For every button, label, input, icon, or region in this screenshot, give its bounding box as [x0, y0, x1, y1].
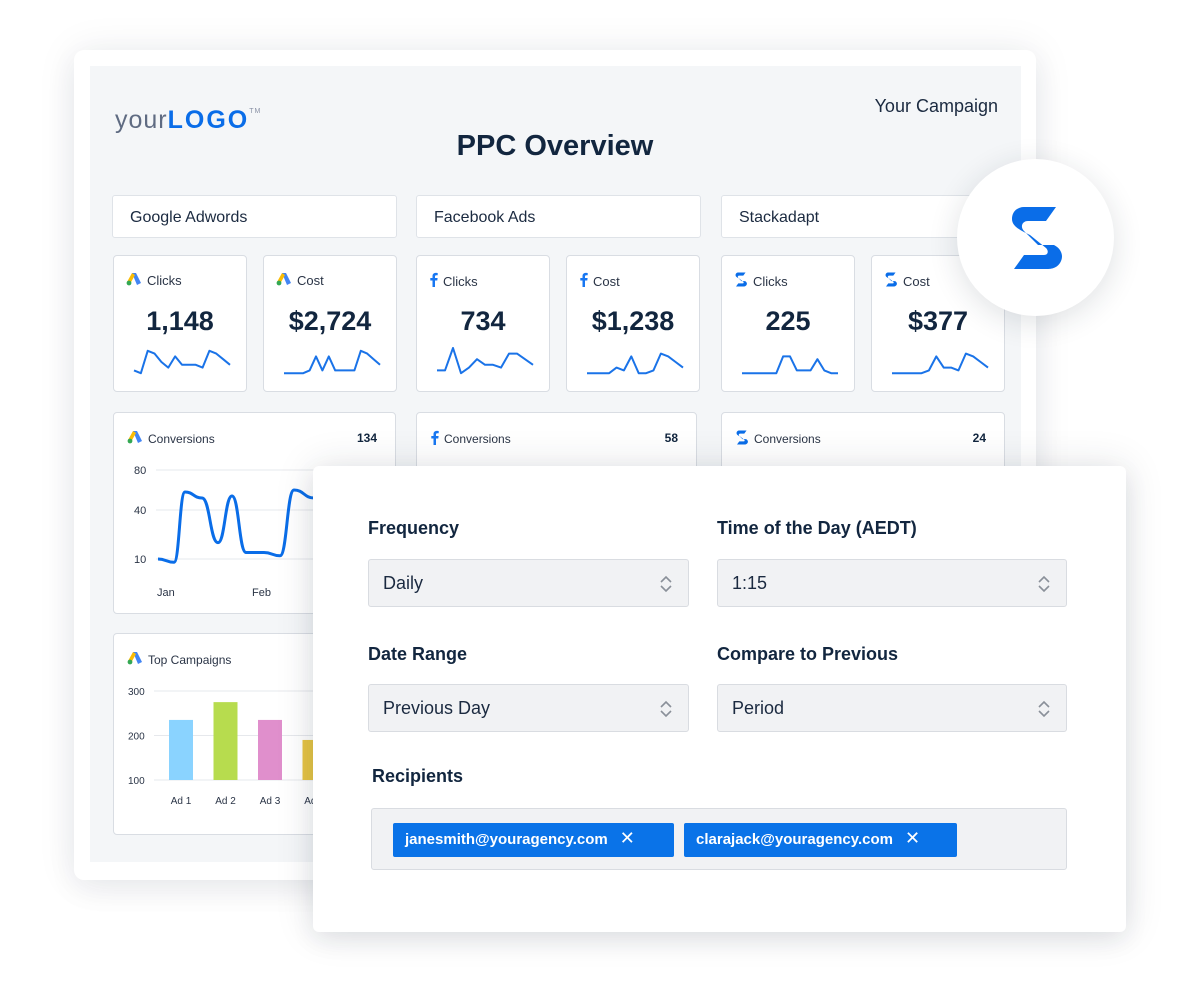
y-tick-label: 10	[134, 554, 146, 566]
metric-value: 1,148	[146, 306, 214, 336]
sparkline	[133, 349, 231, 375]
sparkline	[742, 355, 838, 375]
compare-select[interactable]: Period	[717, 684, 1067, 732]
metric-label: Cost	[593, 273, 620, 289]
metric-value: $1,238	[591, 306, 675, 336]
sparkline-path	[133, 349, 231, 375]
stackadapt-icon	[734, 272, 748, 290]
metric-label: Clicks	[753, 273, 788, 289]
sparkline-path	[892, 352, 989, 375]
stackadapt-logo-icon	[1011, 206, 1062, 269]
y-tick-label: 40	[134, 505, 146, 517]
date-range-label: Date Range	[368, 644, 468, 664]
updown-chevron-icon	[660, 700, 672, 718]
metric-card-stackadapt-clicks: Clicks 225	[721, 255, 855, 392]
y-tick-label: 300	[128, 687, 145, 698]
recipient-chip[interactable]: clarajack@youragency.com ✕	[684, 823, 957, 857]
platform-header-google: Google Adwords	[112, 195, 397, 238]
stackadapt-icon	[884, 272, 898, 290]
facebook-icon	[430, 430, 439, 448]
stackadapt-icon	[735, 430, 749, 448]
metric-label: Cost	[297, 273, 324, 288]
conversions-total: 58	[664, 431, 678, 445]
platform-header-facebook: Facebook Ads	[416, 195, 701, 238]
recipient-email: janesmith@youragency.com	[405, 831, 608, 848]
sparkline-path	[742, 355, 838, 375]
sparkline	[587, 352, 684, 375]
metric-card-facebook-cost: Cost $1,238	[566, 255, 700, 392]
x-tick-label: Ad 1	[171, 796, 192, 807]
x-tick-label: Feb	[252, 587, 271, 599]
conversions-series-line	[157, 488, 315, 564]
time-of-day-select[interactable]: 1:15	[717, 559, 1067, 607]
sparkline	[437, 347, 534, 375]
date-range-select[interactable]: Previous Day	[368, 684, 689, 732]
metric-value: $377	[907, 306, 969, 336]
y-tick-label: 200	[128, 732, 145, 743]
x-tick-label: Ad 3	[260, 796, 281, 807]
metric-value: $2,724	[288, 306, 372, 336]
frequency-select[interactable]: Daily	[368, 559, 689, 607]
sparkline-path	[437, 347, 534, 375]
metric-label: Clicks	[443, 273, 478, 289]
metric-card-google-cost: Cost $2,724	[263, 255, 397, 392]
updown-chevron-icon	[1038, 575, 1050, 593]
bar-ad-2	[213, 702, 238, 780]
conversions-label: Conversions	[444, 432, 511, 446]
metric-label: Cost	[903, 273, 930, 289]
sparkline	[892, 352, 989, 375]
y-tick-label: 100	[128, 776, 145, 787]
sparkline	[284, 349, 381, 375]
metric-card-google-clicks: Clicks 1,148	[113, 255, 247, 392]
compare-value: Period	[732, 698, 785, 718]
bar-ad-1	[169, 719, 193, 780]
metric-value: 734	[460, 306, 506, 336]
sparkline-path	[587, 352, 684, 375]
date-range-value: Previous Day	[383, 698, 491, 718]
recipients-input[interactable]: janesmith@youragency.com ✕ clarajack@you…	[371, 808, 1067, 870]
frequency-value: Daily	[383, 573, 424, 593]
time-of-day-value: 1:15	[732, 573, 768, 593]
logo-trademark: TM	[249, 108, 262, 115]
metric-label: Clicks	[147, 273, 182, 288]
stackadapt-badge	[957, 159, 1114, 316]
campaign-label: Your Campaign	[874, 96, 998, 116]
sparkline-path	[284, 349, 381, 375]
x-tick-label: Jan	[157, 587, 175, 599]
metric-value: 225	[765, 306, 811, 336]
facebook-icon	[429, 272, 438, 290]
updown-chevron-icon	[660, 575, 672, 593]
page-title: PPC Overview	[456, 130, 654, 162]
compare-label: Compare to Previous	[717, 644, 899, 664]
metric-card-facebook-clicks: Clicks 734	[416, 255, 550, 392]
time-of-day-label: Time of the Day (AEDT)	[717, 518, 917, 538]
y-tick-label: 80	[134, 465, 146, 477]
google-ads-icon	[126, 272, 142, 289]
frequency-label: Frequency	[368, 518, 460, 538]
x-tick-label: Ad 2	[215, 796, 236, 807]
google-ads-icon	[276, 272, 292, 289]
bar-ad-3	[258, 719, 282, 780]
recipients-label: Recipients	[372, 766, 464, 786]
remove-recipient-icon[interactable]: ✕	[620, 828, 635, 854]
conversions-total: 24	[972, 431, 986, 445]
recipient-chip[interactable]: janesmith@youragency.com ✕	[393, 823, 674, 857]
updown-chevron-icon	[1038, 700, 1050, 718]
conversions-label: Conversions	[754, 432, 821, 446]
facebook-icon	[579, 272, 588, 290]
remove-recipient-icon[interactable]: ✕	[905, 828, 920, 854]
recipient-email: clarajack@youragency.com	[696, 831, 893, 848]
